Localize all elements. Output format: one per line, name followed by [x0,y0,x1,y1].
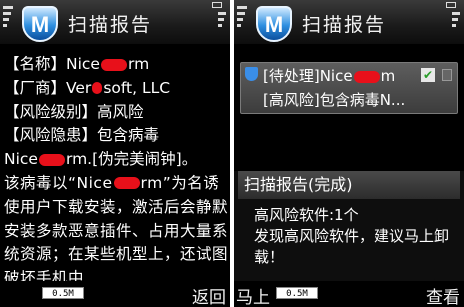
scroll-indicator [442,69,452,81]
name-field: 【名称】Nice rm [4,53,228,77]
softkey-bar: 马上 0.5M 查看 [234,281,464,307]
page-title: 扫描报告 [68,14,153,36]
app-logo-icon: M [22,6,58,42]
scan-result-dialog: 扫描报告(完成) 高风险软件:1个 发现高风险软件，建议马上卸载！ [234,171,464,281]
risk-field: 【风险隐患】包含病毒 [4,126,160,145]
name-label: 【名称】Nice [4,55,100,73]
threat-list-item[interactable]: [待处理]Nice m ✔ [高风险]包含病毒N... [240,62,458,114]
view-softkey[interactable]: 查看 [426,283,460,307]
left-phone-screen: M 扫描报告 【名称】Nice rm 【厂商】Ver soft, LLC 【风险级别… [0,0,230,307]
vendor-field: 【厂商】Ver soft, LLC [4,77,228,101]
name-suffix: rm [127,55,150,73]
dialog-body: 高风险软件:1个 发现高风险软件，建议马上卸载！ [254,205,459,268]
checkmark-icon[interactable]: ✔ [421,68,435,82]
redaction-mark [92,82,103,95]
redaction-mark [353,70,380,83]
page-title: 扫描报告 [302,14,387,36]
uninstall-now-softkey[interactable]: 马上 [236,283,270,307]
signal-icon [3,6,13,30]
virus-description: 该病毒以“Nice rm”为名诱使用户下载安装，激活后会静默安装多款恶意插件、占用… [4,172,228,291]
risk-count-text: 高风险软件:1个 [254,206,359,224]
battery-icon [212,2,222,8]
memory-indicator: 0.5M [42,287,84,299]
signal-icon [237,6,247,30]
right-phone-screen: M 扫描报告 [待处理]Nice m ✔ [高风险]包含病毒N... 扫描报告(完… [234,0,464,307]
description-part: 该病毒以“Nice [4,173,113,192]
logo-letter: M [264,12,284,37]
vendor-label: 【厂商】Ver [4,78,92,97]
status-label: [待处理]Nice [263,67,353,85]
virus-suffix: rm.[伪完美闹钟]。 [65,150,198,169]
virus-name-field: Nice rm.[伪完美闹钟]。 [4,148,228,172]
status-suffix: m [380,67,396,85]
title-bar: M 扫描报告 [0,0,230,44]
redaction-mark [113,177,140,190]
battery-icon [446,2,456,8]
threat-status-text: [待处理]Nice m [263,65,395,86]
vendor-suffix: soft, LLC [103,78,171,97]
report-detail: 【名称】Nice rm 【厂商】Ver soft, LLC 【风险级别】高风险 【风… [4,53,228,291]
redaction-mark [38,153,65,166]
advice-text: 发现高风险软件，建议马上卸载！ [254,227,450,266]
memory-indicator: 0.5M [276,287,318,299]
shield-icon [245,67,258,81]
title-bar: M 扫描报告 [234,0,464,44]
threat-risk-text: [高风险]包含病毒N... [263,91,406,109]
virus-prefix: Nice [4,150,38,169]
app-logo-icon: M [256,6,292,42]
softkey-bar: 0.5M 返回 [0,281,230,307]
battery-level-icon [452,12,460,30]
redaction-mark [100,58,127,71]
risk-level-field: 【风险级别】高风险 [4,102,144,121]
battery-level-icon [218,12,226,30]
dialog-title: 扫描报告(完成) [238,171,460,199]
back-softkey[interactable]: 返回 [192,283,226,307]
logo-letter: M [30,12,50,37]
